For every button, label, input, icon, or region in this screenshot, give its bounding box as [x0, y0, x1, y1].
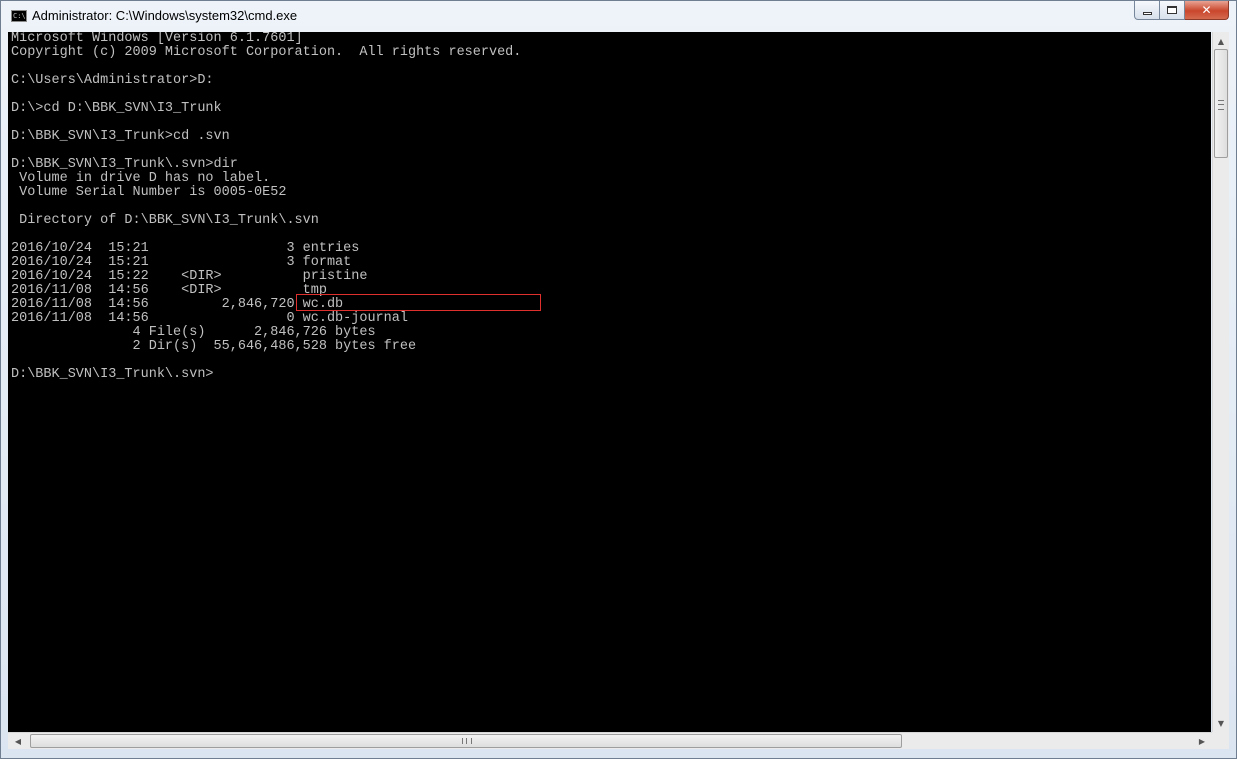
console-line: Volume in drive D has no label. — [11, 171, 271, 186]
console-line: 2016/10/24 15:21 3 entries — [11, 241, 360, 256]
minimize-icon — [1142, 11, 1152, 15]
horizontal-scroll-thumb[interactable] — [30, 734, 902, 748]
vertical-scroll-thumb[interactable] — [1214, 49, 1228, 158]
maximize-button[interactable] — [1160, 1, 1185, 20]
console-line: 2016/10/24 15:21 3 format — [11, 255, 352, 270]
close-icon: ✕ — [1201, 3, 1212, 17]
cmd-app-icon[interactable]: C:\ — [11, 10, 27, 22]
grip-icon — [1218, 100, 1224, 110]
console-text: Microsoft Windows [Version 6.1.7601] Copy… — [11, 32, 521, 382]
scroll-down-arrow-icon[interactable]: ▼ — [1213, 715, 1229, 731]
console-line: Directory of D:\BBK_SVN\I3_Trunk\.svn — [11, 213, 319, 228]
scroll-right-arrow-icon[interactable]: ▶ — [1194, 733, 1210, 749]
horizontal-scrollbar[interactable]: ◀ ▶ — [8, 732, 1212, 749]
console-line: C:\Users\Administrator>D: — [11, 73, 214, 88]
grip-icon — [462, 738, 472, 744]
console-line: Microsoft Windows [Version 6.1.7601] — [11, 32, 303, 46]
console-line: 2016/11/08 14:56 0 wc.db-journal — [11, 311, 408, 326]
console-line: Copyright (c) 2009 Microsoft Corporation… — [11, 45, 522, 60]
console-line: Volume Serial Number is 0005-0E52 — [11, 185, 287, 200]
console-line: 4 File(s) 2,846,726 bytes — [11, 325, 376, 340]
scroll-up-arrow-icon[interactable]: ▲ — [1213, 33, 1229, 49]
console-line: D:\BBK_SVN\I3_Trunk\.svn>dir — [11, 157, 238, 172]
scrollbar-corner — [1212, 732, 1229, 749]
window-title: Administrator: C:\Windows\system32\cmd.e… — [32, 8, 298, 23]
close-button[interactable]: ✕ — [1185, 1, 1229, 20]
cmd-window: C:\ Administrator: C:\Windows\system32\c… — [0, 0, 1237, 759]
caption-buttons: ✕ — [1134, 1, 1229, 21]
console-line: 2016/10/24 15:22 <DIR> pristine — [11, 269, 368, 284]
console-line: D:\>cd D:\BBK_SVN\I3_Trunk — [11, 101, 222, 116]
scroll-left-arrow-icon[interactable]: ◀ — [10, 733, 26, 749]
wc-db-highlight-box — [296, 294, 541, 311]
maximize-icon — [1167, 6, 1177, 14]
window-bottom-frame — [1, 749, 1236, 758]
vertical-scrollbar[interactable]: ▲ ▼ — [1212, 32, 1229, 732]
console-line: 2 Dir(s) 55,646,486,528 bytes free — [11, 339, 417, 354]
title-bar[interactable]: C:\ Administrator: C:\Windows\system32\c… — [1, 1, 1236, 31]
minimize-button[interactable] — [1134, 1, 1160, 20]
console-line: D:\BBK_SVN\I3_Trunk>cd .svn — [11, 129, 230, 144]
console-output[interactable]: Microsoft Windows [Version 6.1.7601] Copy… — [8, 32, 1211, 732]
console-line: D:\BBK_SVN\I3_Trunk\.svn> — [11, 367, 214, 382]
